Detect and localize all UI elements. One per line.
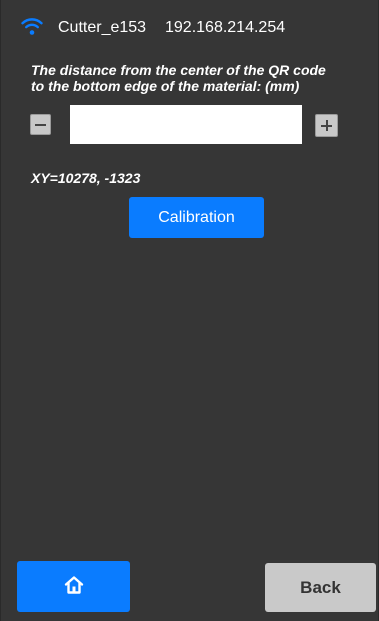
calibration-button[interactable]: Calibration (129, 197, 264, 238)
status-bar: Cutter_e153 192.168.214.254 (1, 0, 379, 52)
distance-input[interactable] (70, 105, 302, 144)
device-ip-address: 192.168.214.254 (165, 19, 286, 36)
increment-button[interactable] (315, 114, 338, 137)
calibration-screen: Cutter_e153 192.168.214.254 The distance… (0, 0, 379, 621)
xy-readout: XY=10278, -1323 (31, 170, 141, 186)
back-button[interactable]: Back (265, 563, 376, 612)
home-button[interactable] (17, 561, 130, 612)
home-icon (64, 576, 84, 594)
distance-instruction: The distance from the center of the QR c… (31, 62, 326, 94)
device-name: Cutter_e153 (58, 19, 147, 36)
wifi-icon (21, 18, 43, 35)
decrement-button[interactable] (30, 114, 51, 135)
